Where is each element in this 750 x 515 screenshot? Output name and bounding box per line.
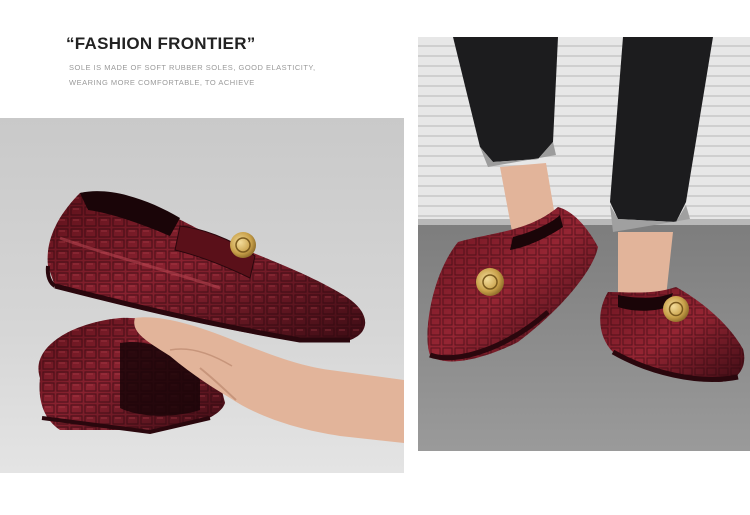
page-title: “FASHION FRONTIER”: [66, 34, 256, 53]
subtitle-line-1: SOLE IS MADE OF SOFT RUBBER SOLES, GOOD …: [69, 63, 316, 72]
hand-holding-loafers-photo: [0, 118, 404, 473]
subtitle-line-2: WEARING MORE COMFORTABLE, TO ACHIEVE: [69, 78, 255, 87]
model-wearing-loafers-photo: [418, 37, 750, 451]
